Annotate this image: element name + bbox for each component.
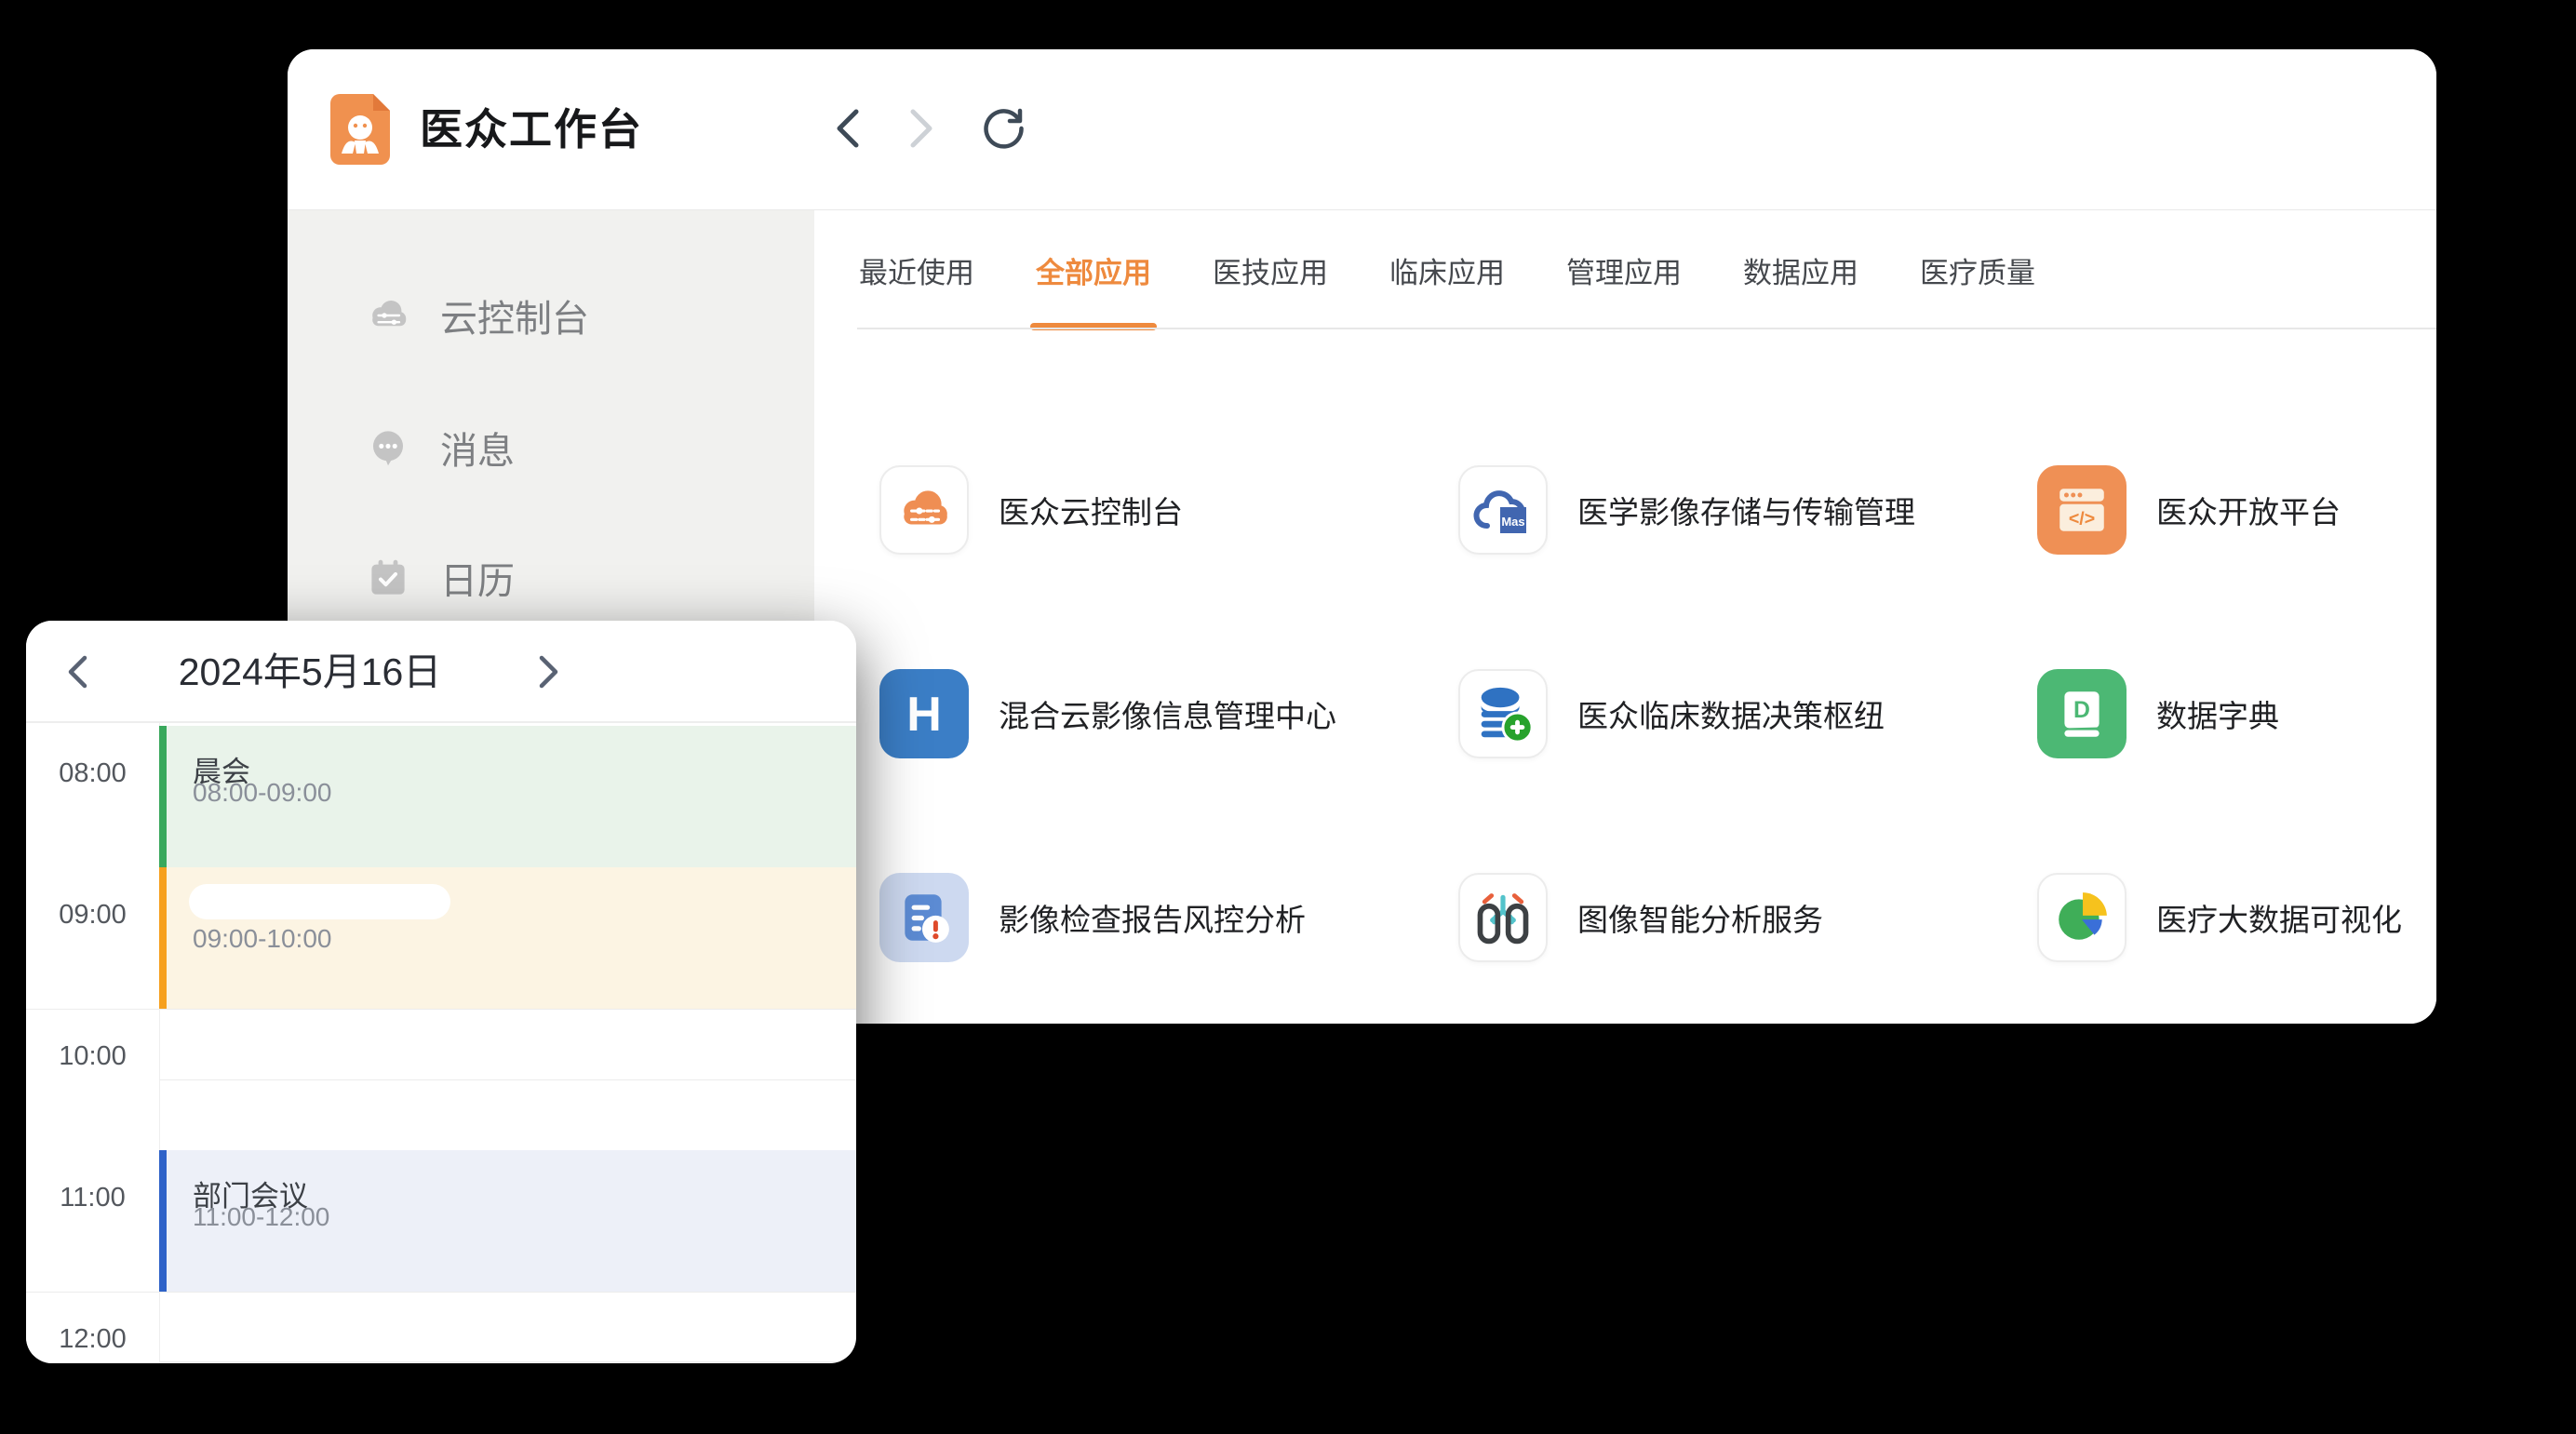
chevron-left-icon xyxy=(66,654,88,690)
database-plus-icon xyxy=(1471,682,1535,745)
cloud-settings-icon xyxy=(895,481,953,539)
svg-text:Mas: Mas xyxy=(1501,515,1524,529)
app-label: 影像检查报告风控分析 xyxy=(999,895,1306,940)
hour-label: 08:00 xyxy=(26,758,159,789)
calendar-prev-button[interactable] xyxy=(55,650,100,694)
chevron-right-icon xyxy=(538,654,560,690)
message-bubble-icon xyxy=(366,425,410,470)
tab-management[interactable]: 管理应用 xyxy=(1566,210,1682,329)
window-header: 医众工作台 xyxy=(288,49,2436,210)
sidebar-item-label: 云控制台 xyxy=(440,288,589,342)
pie-chart-icon xyxy=(2053,889,2111,946)
app-clinical-data-hub[interactable]: 医众临床数据决策枢纽 xyxy=(1458,611,2037,815)
tab-medtech[interactable]: 医技应用 xyxy=(1213,210,1328,329)
app-label: 医众开放平台 xyxy=(2156,488,2341,532)
app-label: 图像智能分析服务 xyxy=(1577,895,1823,940)
window-title: 医众工作台 xyxy=(420,49,643,209)
hour-label: 11:00 xyxy=(26,1183,159,1213)
app-label: 医众云控制台 xyxy=(999,488,1183,532)
hour-gridline xyxy=(26,1009,856,1010)
dictionary-book-icon: D xyxy=(2053,685,2111,743)
hour-label: 10:00 xyxy=(26,1041,159,1072)
forward-button[interactable] xyxy=(899,106,944,151)
sidebar-item-label: 消息 xyxy=(440,421,515,475)
redacted-title-pill xyxy=(189,884,450,919)
app-label: 医众临床数据决策枢纽 xyxy=(1577,691,1885,736)
app-grid: 医众云控制台 Mas 医学影像存储与传输管理 xyxy=(879,408,2436,1019)
lungs-icon xyxy=(1472,887,1534,948)
tab-recent[interactable]: 最近使用 xyxy=(859,210,974,329)
app-report-risk-analysis[interactable]: 影像检查报告风控分析 xyxy=(879,815,1458,1019)
event-time: 08:00-09:00 xyxy=(193,778,331,808)
refresh-button[interactable] xyxy=(982,106,1026,151)
back-button[interactable] xyxy=(825,106,870,151)
calendar-panel: 2024年5月16日 08:00 09:00 10:00 11:00 12:00… xyxy=(26,621,856,1363)
event-color-bar xyxy=(159,867,167,1009)
tab-divider xyxy=(857,328,2436,329)
chevron-left-icon xyxy=(834,108,862,149)
half-hour-gridline xyxy=(159,1079,856,1080)
event-time: 11:00-12:00 xyxy=(193,1202,329,1232)
event-morning-meeting[interactable]: 晨会 08:00-09:00 xyxy=(159,726,856,867)
tab-data[interactable]: 数据应用 xyxy=(1743,210,1858,329)
chevron-right-icon xyxy=(907,108,935,149)
calendar-header: 2024年5月16日 xyxy=(26,621,856,723)
app-big-data-visualization[interactable]: 医疗大数据可视化 xyxy=(2037,815,2436,1019)
app-hybrid-cloud-imaging[interactable]: H 混合云影像信息管理中心 xyxy=(879,611,1458,815)
tab-quality[interactable]: 医疗质量 xyxy=(1920,210,2035,329)
app-label: 混合云影像信息管理中心 xyxy=(999,691,1336,736)
svg-text:H: H xyxy=(906,688,942,742)
calendar-day-view: 08:00 09:00 10:00 11:00 12:00 晨会 08:00-0… xyxy=(26,723,856,1363)
letter-h-icon: H xyxy=(879,669,969,758)
tab-clinical[interactable]: 临床应用 xyxy=(1389,210,1505,329)
app-open-platform[interactable]: </> 医众开放平台 xyxy=(2037,408,2436,611)
sidebar-item-label: 日历 xyxy=(440,551,515,605)
svg-text:D: D xyxy=(2073,698,2090,723)
code-window-icon: </> xyxy=(2053,481,2111,539)
hour-label: 12:00 xyxy=(26,1324,159,1355)
app-data-dictionary[interactable]: D 数据字典 xyxy=(2037,611,2436,815)
hour-gridline xyxy=(26,1292,856,1293)
app-label: 数据字典 xyxy=(2156,691,2279,736)
calendar-next-button[interactable] xyxy=(527,650,571,694)
calendar-date-label: 2024年5月16日 xyxy=(128,621,491,723)
event-color-bar xyxy=(159,726,167,867)
event-color-bar xyxy=(159,1150,167,1292)
content-area: 最近使用 全部应用 医技应用 临床应用 管理应用 数据应用 医疗质量 xyxy=(814,210,2436,1024)
refresh-icon xyxy=(983,107,1026,150)
app-cloud-console[interactable]: 医众云控制台 xyxy=(879,408,1458,611)
cloud-mas-icon: Mas xyxy=(1470,477,1536,543)
svg-text:</>: </> xyxy=(2069,508,2095,529)
app-image-ai-analysis[interactable]: 图像智能分析服务 xyxy=(1458,815,2037,1019)
sidebar-item-cloud-console[interactable]: 云控制台 xyxy=(288,271,814,360)
half-hour-gridline xyxy=(159,1361,856,1362)
sidebar-item-calendar[interactable]: 日历 xyxy=(288,533,814,623)
app-pacs[interactable]: Mas 医学影像存储与传输管理 xyxy=(1458,408,2037,611)
penguin-doc-logo-icon xyxy=(330,94,390,165)
cloud-settings-icon xyxy=(366,293,410,338)
app-label: 医疗大数据可视化 xyxy=(2156,895,2402,940)
calendar-check-icon xyxy=(366,556,410,600)
report-alert-icon xyxy=(895,889,953,946)
event-department-meeting[interactable]: 部门会议 11:00-12:00 xyxy=(159,1150,856,1292)
tab-bar: 最近使用 全部应用 医技应用 临床应用 管理应用 数据应用 医疗质量 xyxy=(814,210,2436,329)
sidebar-item-messages[interactable]: 消息 xyxy=(288,403,814,492)
tab-all-apps[interactable]: 全部应用 xyxy=(1036,210,1151,329)
event-redacted[interactable]: 09:00-10:00 xyxy=(159,867,856,1009)
hour-label: 09:00 xyxy=(26,900,159,931)
event-time: 09:00-10:00 xyxy=(193,924,331,954)
app-label: 医学影像存储与传输管理 xyxy=(1577,488,1915,532)
